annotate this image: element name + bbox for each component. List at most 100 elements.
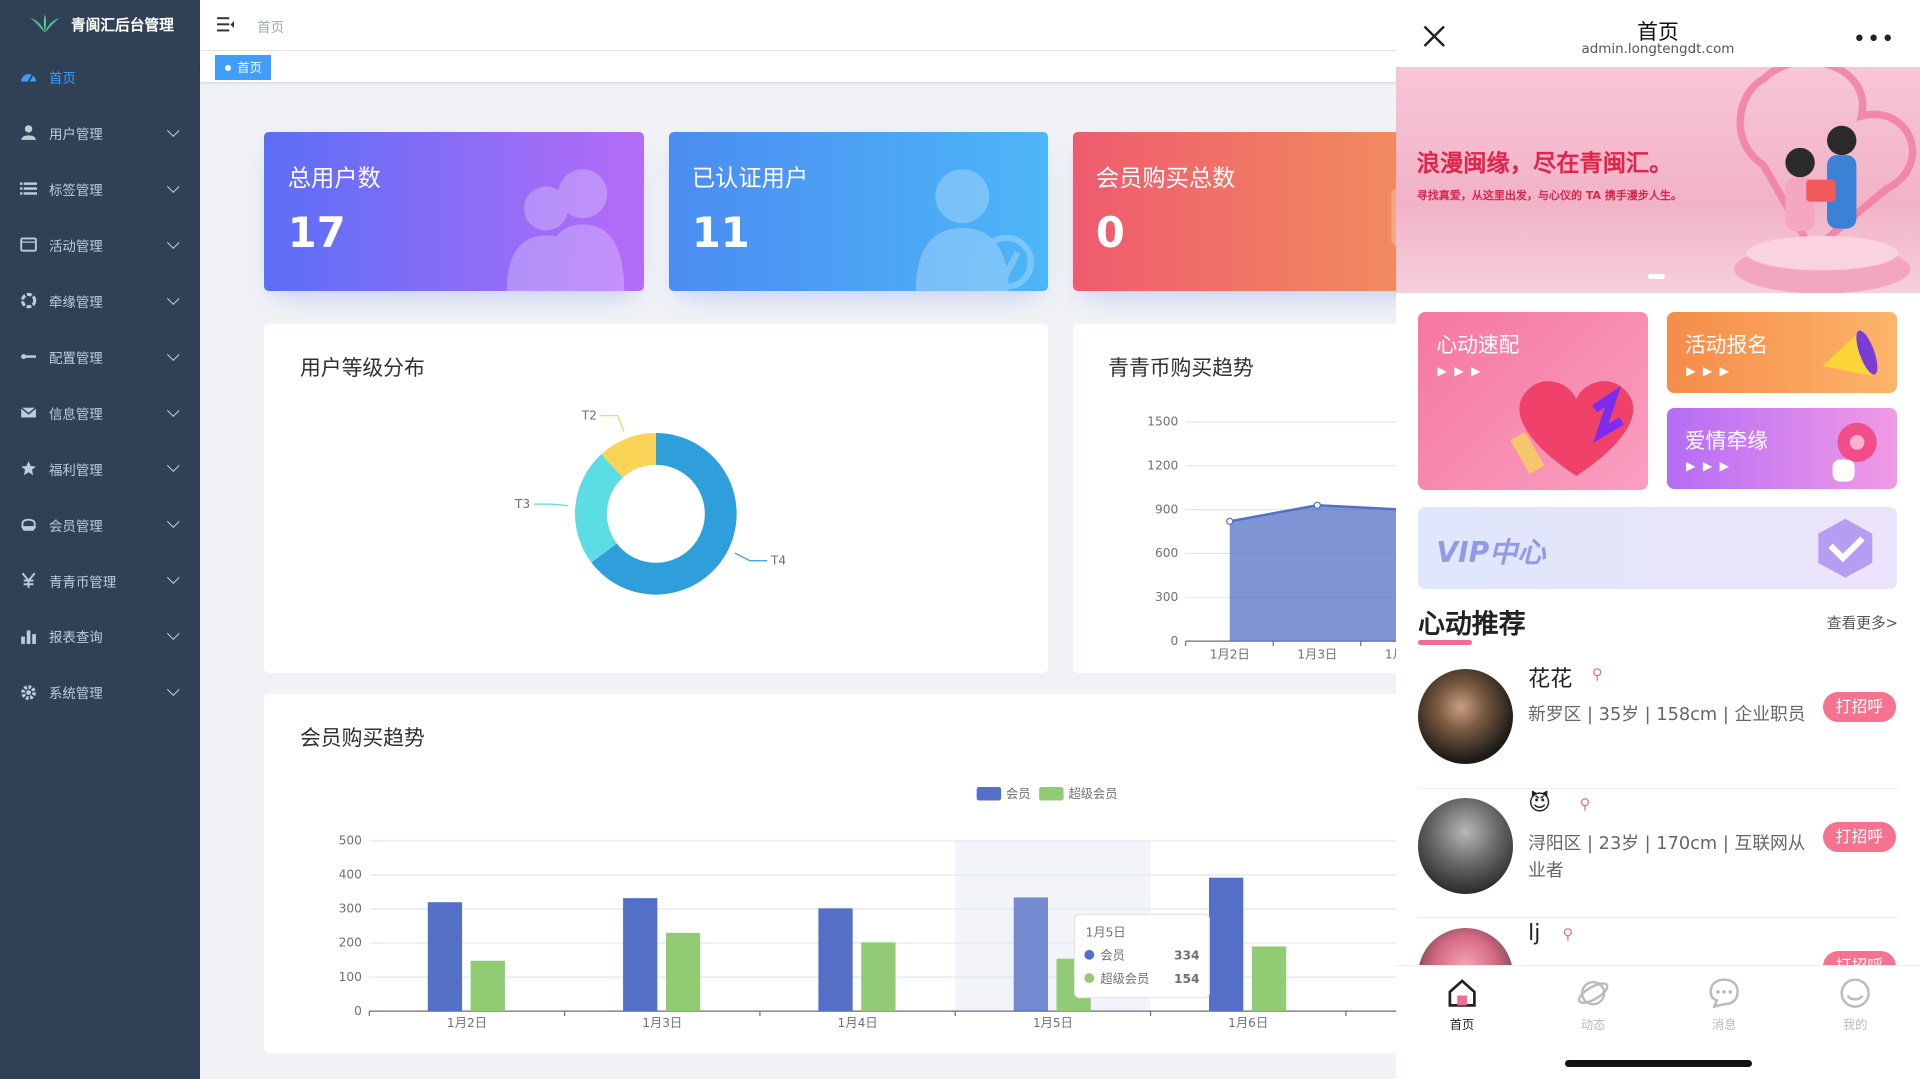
sidebar-item-4[interactable]: 牵缘管理 [0,273,200,329]
person-name: lj [1528,920,1541,946]
bar-member[interactable] [1014,897,1049,1012]
sidebar-item-9[interactable]: 青青币管理 [0,553,200,609]
stat-title: 会员购买总数 [1095,165,1236,193]
y-tick-label: 600 [1155,547,1178,561]
person-info: 新罗区 | 35岁 | 158cm | 企业职员 [1528,704,1806,725]
legend-swatch[interactable] [1039,787,1065,801]
stat-card-total-users[interactable]: 总用户数 17 [264,132,645,292]
menu-toggle-icon[interactable] [216,16,234,33]
brand-title: 青阆汇后台管理 [70,16,174,34]
sidebar-item-0[interactable]: 首页 [0,49,200,105]
panel-title: 青青币购买趋势 [1108,356,1254,381]
sidebar-item-8[interactable]: 会员管理 [0,497,200,553]
donut-label-line [734,553,768,562]
gear-icon [20,685,36,700]
person-name: 花花 [1528,667,1573,693]
mail-icon [20,407,36,418]
bar-member[interactable] [818,908,854,1012]
person-card[interactable]: 花花 ⚲ 新罗区 | 35岁 | 158cm | 企业职员 打招呼 [1417,661,1898,789]
calendar-icon [19,237,37,252]
sidebar-item-6[interactable]: 信息管理 [0,385,200,441]
panel-title: 会员购买趋势 [299,726,425,751]
bar-member[interactable] [1209,877,1244,1012]
chevron-down-icon [167,179,180,193]
tile-love-match[interactable]: 爱情牵缘 ▶▶▶ [1666,407,1897,489]
vip-center[interactable]: VIP中心 [1417,506,1897,589]
panel-title: 用户等级分布 [299,356,425,381]
phone-preview: 首页 admin.longtengdt.com ••• 浪漫闽缘，尽在青闽汇。 … [1395,0,1920,1079]
chevron-down-icon [167,459,180,472]
sidebar: 青阆汇后台管理 首页 用户管理标签管理活动管理 牵缘管理 配置管理 信息管理福利管理会员… [0,0,200,1079]
phone-header: 首页 admin.longtengdt.com ••• [1395,0,1920,68]
legend-label[interactable]: 会员 [1007,787,1031,801]
tooltip-series: 超级会员 [1101,971,1150,986]
area-point[interactable] [1225,518,1234,526]
recommend-more-link[interactable]: 查看更多> [1827,612,1898,633]
list-icon [19,182,37,195]
sidebar-item-10[interactable]: 报表查询 [0,609,200,665]
bar-member[interactable] [623,898,658,1012]
sidebar-item-label: 福利管理 [48,463,103,479]
area-point[interactable] [1313,502,1321,510]
logo-icon [30,14,60,34]
brand[interactable]: 青阆汇后台管理 [0,0,200,49]
tile-event-signup[interactable]: 活动报名 ▶▶▶ [1666,312,1897,394]
donut-label-line [534,503,569,507]
greet-button[interactable]: 打招呼 [1823,821,1896,853]
tab-messages[interactable]: 消息 [1687,976,1760,1034]
legend-label[interactable]: 超级会员 [1069,786,1118,801]
x-tick-label: 1月4日 [838,1016,878,1030]
more-icon[interactable]: ••• [1853,27,1896,52]
y-tick-label: 0 [355,1004,363,1018]
sidebar-item-1[interactable]: 用户管理 [0,105,200,161]
bar-super-member[interactable] [861,942,897,1012]
tooltip-value: 334 [1174,949,1200,963]
settings-circle-icon [20,293,36,309]
sidebar-item-2[interactable]: 标签管理 [0,161,200,217]
legend-swatch[interactable] [977,787,1002,801]
tile-title: 爱情牵缘 [1684,428,1769,453]
users-icon [506,168,625,292]
star-icon [20,461,36,476]
bar-super-member[interactable] [471,961,506,1012]
x-tick-label: 1月2日 [447,1016,487,1030]
y-tick-label: 300 [339,902,362,916]
sidebar-item-label: 青青币管理 [48,575,117,591]
stat-card-verified-users[interactable]: 已认证用户 11 [668,132,1049,292]
tab-home[interactable]: 首页 [1425,976,1498,1034]
tab-feed[interactable]: 动态 [1556,976,1629,1034]
donut-label: T2 [581,409,597,423]
person-card[interactable]: 😈 ⚲ 浔阳区 | 23岁 | 170cm | 互联网从业者 打招呼 [1417,791,1898,919]
location-pin-icon: ⚲ [1562,925,1574,943]
banner-subtitle: 寻找真爱，从这里出发，与心仪的 TA 携手漫步人生。 [1416,189,1682,203]
breadcrumb[interactable]: 首页 [257,16,284,36]
bar-chart-icon [20,630,36,644]
sidebar-item-label: 标签管理 [48,183,103,199]
y-tick-label: 300 [1155,590,1178,604]
banner-slogan: 浪漫闽缘，尽在青闽汇。 [1416,150,1673,178]
sidebar-item-3[interactable]: 活动管理 [0,217,200,273]
chevron-down-icon [167,235,180,248]
sidebar-item-7[interactable]: 福利管理 [0,441,200,497]
bar-super-member[interactable] [1252,946,1287,1012]
area-fill [1229,505,1405,642]
sidebar-item-5[interactable]: 配置管理 [0,329,200,385]
tab-profile[interactable]: 我的 [1818,976,1891,1034]
recommend-underline [1417,640,1472,646]
bar-super-member[interactable] [666,933,701,1012]
chevron-down-icon [167,291,180,304]
tile-quick-match[interactable]: 心动速配 ▶▶▶ [1417,312,1649,490]
tile-arrows: ▶▶▶ [1437,363,1488,378]
sidebar-item-label: 报表查询 [48,631,103,647]
stat-title: 已认证用户 [691,165,809,193]
bar-member[interactable] [428,902,463,1012]
y-tick-label: 200 [339,936,362,950]
sidebar-item-11[interactable]: 系统管理 [0,664,200,720]
greet-button[interactable]: 打招呼 [1823,691,1896,723]
tag-home[interactable]: 首页 [215,55,272,80]
heart-icon [1510,381,1633,477]
banner[interactable]: 浪漫闽缘，尽在青闽汇。 寻找真爱，从这里出发，与心仪的 TA 携手漫步人生。 [1395,67,1920,293]
vip-title: VIP中心 [1436,536,1546,570]
tab-label: 消息 [1711,1018,1737,1033]
chevron-down-icon [167,571,180,584]
